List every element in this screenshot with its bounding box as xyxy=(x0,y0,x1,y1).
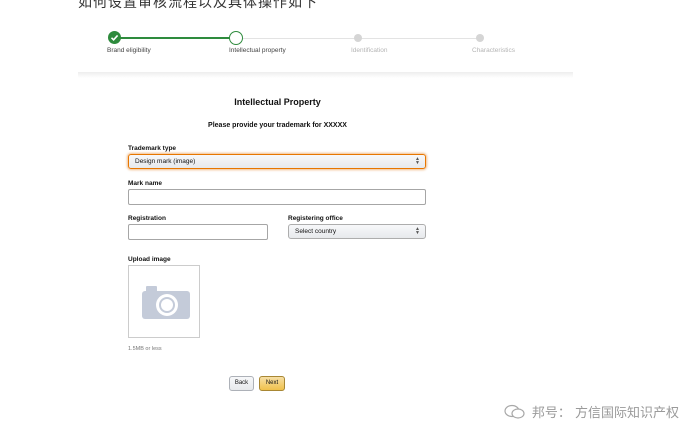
select-arrows-icon: ▲ ▼ xyxy=(415,226,420,236)
mark-name-label: Mark name xyxy=(128,180,162,187)
registering-office-select[interactable]: Select country ▲ ▼ xyxy=(288,224,426,239)
step-2-current-icon xyxy=(229,31,243,45)
step-3-label: Identification xyxy=(351,47,388,54)
step-3-pending-icon xyxy=(354,34,362,42)
step-4-pending-icon xyxy=(476,34,484,42)
step-connector-done xyxy=(115,37,230,39)
watermark: 邦号： 方信国际知识产权 xyxy=(504,402,679,421)
upload-size-hint: 1.5MB or less xyxy=(128,346,162,352)
upload-image-label: Upload image xyxy=(128,256,171,263)
registering-office-label: Registering office xyxy=(288,215,343,222)
step-4-label: Characteristics xyxy=(472,47,515,54)
back-button[interactable]: Back xyxy=(229,376,254,391)
section-divider xyxy=(78,72,573,78)
page-title: Intellectual Property xyxy=(234,97,321,107)
select-arrows-icon: ▲ ▼ xyxy=(415,156,420,166)
watermark-text: 邦号： 方信国际知识产权 xyxy=(531,406,679,421)
step-1-label: Brand eligibility xyxy=(107,47,151,54)
step-2-label: Intellectual property xyxy=(229,47,286,54)
registration-input[interactable] xyxy=(128,224,268,240)
registration-label: Registration xyxy=(128,215,166,222)
upload-image-dropzone[interactable] xyxy=(128,265,200,338)
mark-name-input[interactable] xyxy=(128,189,426,205)
trademark-type-select[interactable]: Design mark (image) ▲ ▼ xyxy=(128,154,426,169)
step-1-check-icon xyxy=(108,31,121,44)
step-connector-pending xyxy=(243,38,481,39)
progress-stepper: Brand eligibility Intellectual property … xyxy=(0,0,685,70)
wechat-icon xyxy=(504,404,525,419)
camera-icon xyxy=(142,286,190,319)
registering-office-value: Select country xyxy=(295,228,337,235)
trademark-type-value: Design mark (image) xyxy=(135,158,196,165)
page-subtitle: Please provide your trademark for XXXXX xyxy=(208,122,347,129)
next-button[interactable]: Next xyxy=(259,376,285,391)
trademark-type-label: Trademark type xyxy=(128,145,177,152)
